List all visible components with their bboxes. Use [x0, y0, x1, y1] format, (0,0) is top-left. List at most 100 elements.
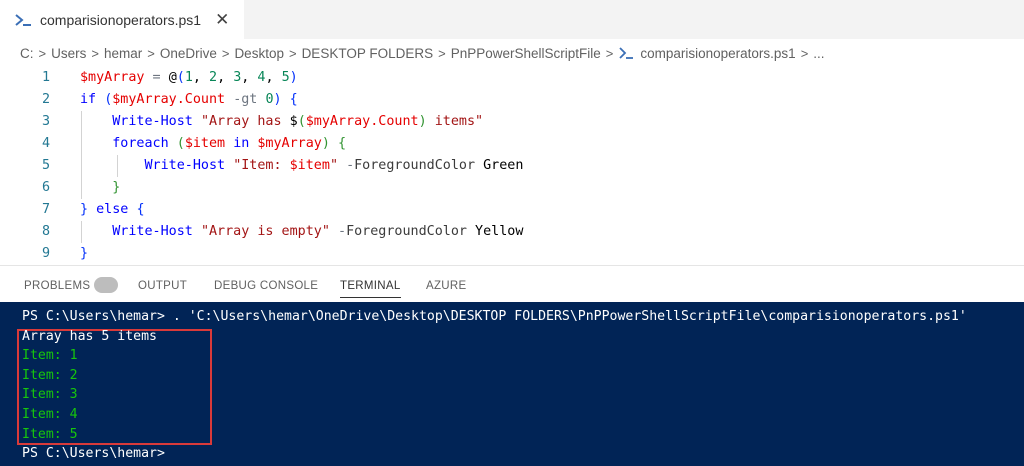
code-token: Yellow [467, 224, 524, 239]
code-token: $item [184, 136, 226, 151]
code-line[interactable]: 8 Write-Host "Array is empty" -Foregroun… [0, 221, 1024, 243]
breadcrumb-item-pnp-folder[interactable]: PnPPowerShellScriptFile [451, 46, 601, 61]
code-text: } else { [80, 199, 145, 221]
code-token: ) [273, 92, 282, 107]
line-number: 5 [41, 158, 50, 173]
code-text: Write-Host "Item: $item" -ForegroundColo… [80, 155, 524, 177]
tab-output-label: OUTPUT [138, 280, 188, 292]
code-line[interactable]: 6 } [0, 177, 1024, 199]
code-line[interactable]: 4 foreach ($item in $myArray) { [0, 133, 1024, 155]
tab-azure-label: AZURE [426, 280, 467, 292]
code-token: - [338, 224, 347, 239]
code-token: foreach [112, 136, 169, 151]
breadcrumb-item-hemar[interactable]: hemar [104, 46, 142, 61]
terminal-line: Item: 4 [22, 407, 78, 422]
breadcrumb-separator: > [605, 45, 614, 61]
breadcrumb-item-desktop-folders[interactable]: DESKTOP FOLDERS [302, 46, 434, 61]
breadcrumb-separator: > [438, 45, 446, 61]
code-text: foreach ($item in $myArray) { [80, 133, 346, 155]
breadcrumb-item-symbols[interactable]: ... [813, 46, 824, 61]
code-token: $myArray.Count [305, 114, 419, 129]
terminal-line: Array has 5 items [22, 328, 157, 344]
code-token: $item [289, 158, 330, 173]
editor-tab-bar: comparisionoperators.ps1 ✕ [0, 0, 1024, 39]
code-token: } [80, 202, 89, 217]
terminal-line: Item: 5 [22, 426, 78, 442]
code-line[interactable]: 3 Write-Host "Array has $($myArray.Count… [0, 111, 1024, 133]
breadcrumb-separator: > [91, 45, 99, 61]
tab-problems-label: PROBLEMS [24, 280, 91, 292]
tab-debug-console[interactable]: DEBUG CONSOLE [214, 266, 318, 303]
editor-tab[interactable]: comparisionoperators.ps1 ✕ [0, 0, 244, 39]
code-token: "Array is empty" [200, 224, 330, 239]
breadcrumb-item-file[interactable]: comparisionoperators.ps1 [640, 46, 795, 61]
code-text: Write-Host "Array is empty" -ForegroundC… [80, 221, 523, 243]
code-token: Write-Host [112, 224, 193, 239]
code-line[interactable]: 2 if ($myArray.Count -gt 0) { [0, 89, 1024, 111]
code-editor[interactable]: 1 $myArray = @(1, 2, 3, 4, 5) 2 if ($myArra… [0, 67, 1024, 265]
terminal-line: PS C:\Users\hemar> [22, 446, 165, 462]
line-number: 3 [41, 114, 50, 129]
code-token: { [136, 202, 145, 217]
code-token: = [144, 70, 169, 85]
breadcrumb-separator: > [38, 45, 47, 61]
code-token: ( [176, 70, 185, 85]
tab-azure[interactable]: AZURE [426, 266, 466, 303]
tab-output[interactable]: OUTPUT [138, 266, 187, 303]
line-number: 1 [41, 70, 50, 85]
code-token: Green [475, 158, 524, 173]
code-token: ) [321, 136, 330, 151]
terminal[interactable]: PS C:\Users\hemar> . 'C:\Users\hemar\One… [0, 302, 1024, 466]
code-token: " [329, 158, 338, 173]
code-text: } [80, 243, 88, 265]
code-token: { [289, 92, 298, 107]
code-text: Write-Host "Array has $($myArray.Count) … [80, 111, 483, 133]
panel-tab-bar: PROBLEMS OUTPUT DEBUG CONSOLE TERMINAL A… [0, 265, 1024, 302]
code-token: Write-Host [112, 114, 193, 129]
code-token: 1 [184, 70, 193, 85]
code-line[interactable]: 5 Write-Host "Item: $item" -ForegroundCo… [0, 155, 1024, 177]
code-line[interactable]: 1 $myArray = @(1, 2, 3, 4, 5) [0, 67, 1024, 89]
tab-debug-console-label: DEBUG CONSOLE [214, 280, 319, 292]
tab-terminal-label: TERMINAL [340, 280, 401, 292]
code-token: ) [289, 70, 298, 85]
code-token: $myArray [80, 70, 145, 85]
breadcrumb-item-drive[interactable]: C: [20, 46, 34, 61]
code-line[interactable]: 9} [0, 243, 1024, 265]
tab-terminal[interactable]: TERMINAL [340, 266, 401, 303]
terminal-line: PS C:\Users\hemar> . 'C:\Users\hemar\One… [22, 309, 967, 324]
code-token: else [96, 202, 129, 217]
code-token: items" [426, 114, 484, 129]
breadcrumb-item-users[interactable]: Users [51, 46, 86, 61]
code-line[interactable]: 7} else { [0, 199, 1024, 221]
terminal-line: Item: 3 [22, 387, 78, 403]
line-number: 6 [41, 180, 50, 195]
tab-problems[interactable]: PROBLEMS [24, 266, 119, 303]
breadcrumb-separator: > [147, 45, 155, 61]
code-token: , [265, 70, 282, 85]
line-number: 2 [41, 92, 50, 107]
code-token: - [346, 158, 355, 173]
breadcrumb-item-onedrive[interactable]: OneDrive [160, 46, 217, 61]
code-token: , [192, 70, 209, 85]
breadcrumb-item-desktop[interactable]: Desktop [234, 46, 284, 61]
code-token: 2 [209, 70, 218, 85]
code-token: @ [168, 70, 177, 85]
close-icon[interactable]: ✕ [215, 11, 229, 28]
code-token: "Item: [233, 158, 290, 173]
code-token: $myArray [257, 136, 322, 151]
code-token: 5 [281, 70, 290, 85]
